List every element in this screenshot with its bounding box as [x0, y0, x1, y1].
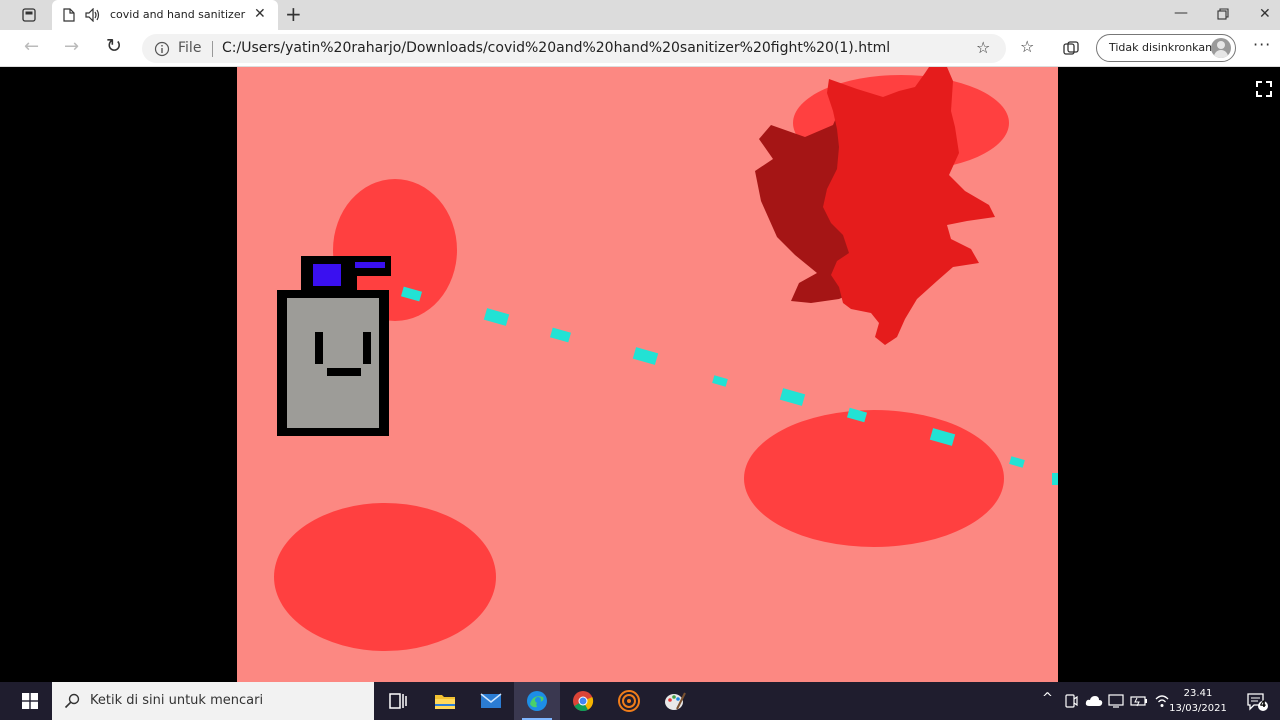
app-icon[interactable] — [617, 689, 641, 713]
close-icon[interactable]: ✕ — [1259, 7, 1271, 21]
address-bar: ← → ↻ File C:/Users/yatin%20raharjo/Down… — [0, 30, 1280, 67]
sanitizer-nozzle-light — [355, 262, 385, 268]
clock-time: 23.41 — [1183, 688, 1213, 699]
tab-actions-icon[interactable] — [22, 8, 36, 22]
windows-start-icon[interactable] — [22, 693, 38, 709]
search-icon — [64, 693, 80, 709]
speaker-icon[interactable] — [85, 8, 101, 22]
edge-icon[interactable] — [525, 689, 549, 713]
profile-sync-button[interactable]: Tidak disinkronkan — [1096, 34, 1236, 62]
restore-icon[interactable] — [1217, 8, 1229, 20]
sanitizer-player — [277, 256, 391, 436]
close-tab-icon[interactable]: ✕ — [254, 7, 266, 21]
taskbar: Ketik di sini untuk mencari ^ 23.41 13/0… — [0, 682, 1280, 720]
virus-enemy — [755, 67, 995, 345]
meet-now-icon[interactable] — [1064, 693, 1078, 709]
sanitizer-mouth — [327, 368, 361, 376]
tab-bar: covid and hand sanitizer fight ✕ + — ✕ — [0, 0, 1280, 30]
sanitizer-bullet — [712, 375, 728, 387]
sanitizer-bullet — [483, 308, 510, 326]
url-separator — [212, 41, 213, 57]
tab-title: covid and hand sanitizer fight — [110, 8, 248, 21]
fullscreen-icon[interactable] — [1256, 81, 1272, 97]
taskbar-clock[interactable]: 23.41 13/03/2021 — [1168, 686, 1228, 716]
favorites-icon[interactable]: ☆ — [1020, 39, 1034, 55]
battery-icon[interactable] — [1130, 694, 1148, 708]
url-text[interactable]: C:/Users/yatin%20raharjo/Downloads/covid… — [222, 40, 890, 56]
sanitizer-cap-window — [313, 264, 341, 286]
add-favorite-icon[interactable]: ☆ — [976, 40, 990, 56]
info-icon[interactable] — [154, 41, 170, 57]
clock-date: 13/03/2021 — [1169, 703, 1227, 714]
refresh-icon[interactable]: ↻ — [106, 37, 122, 56]
sanitizer-bullet — [779, 388, 806, 406]
red-blob — [274, 503, 496, 651]
file-explorer-icon[interactable] — [433, 689, 457, 713]
tab-active[interactable]: covid and hand sanitizer fight ✕ — [52, 0, 278, 30]
virus-body — [823, 67, 995, 345]
notification-count: 4 — [1259, 700, 1267, 710]
paint-icon[interactable] — [663, 689, 687, 713]
mail-icon[interactable] — [479, 689, 503, 713]
network-monitor-icon[interactable] — [1108, 693, 1124, 709]
avatar — [1211, 38, 1231, 58]
collections-icon[interactable] — [1062, 40, 1080, 58]
page-icon — [63, 8, 75, 22]
forward-icon[interactable]: → — [64, 38, 79, 56]
sanitizer-right-eye — [363, 332, 371, 364]
sanitizer-bullet — [549, 327, 572, 343]
sync-label: Tidak disinkronkan — [1109, 41, 1213, 54]
more-menu-icon[interactable]: ··· — [1253, 37, 1271, 53]
show-hidden-icons-icon[interactable]: ^ — [1042, 692, 1053, 705]
sanitizer-left-eye — [315, 332, 323, 364]
game-canvas[interactable] — [237, 67, 1058, 682]
chrome-icon[interactable] — [571, 689, 595, 713]
sanitizer-bullet — [632, 347, 659, 365]
search-placeholder: Ketik di sini untuk mencari — [90, 693, 264, 708]
url-scheme-label: File — [178, 40, 202, 56]
sanitizer-bullet — [1052, 473, 1058, 485]
new-tab-icon[interactable]: + — [285, 4, 302, 24]
task-view-icon[interactable] — [386, 689, 410, 713]
sanitizer-bullet — [1009, 456, 1025, 468]
onedrive-icon[interactable] — [1085, 695, 1103, 707]
page-viewport — [8, 67, 1280, 682]
minimize-icon[interactable]: — — [1174, 6, 1188, 20]
back-icon[interactable]: ← — [24, 38, 39, 56]
url-field[interactable]: File C:/Users/yatin%20raharjo/Downloads/… — [142, 34, 1006, 63]
red-blob — [744, 410, 1004, 547]
taskbar-search[interactable]: Ketik di sini untuk mencari — [52, 682, 374, 720]
